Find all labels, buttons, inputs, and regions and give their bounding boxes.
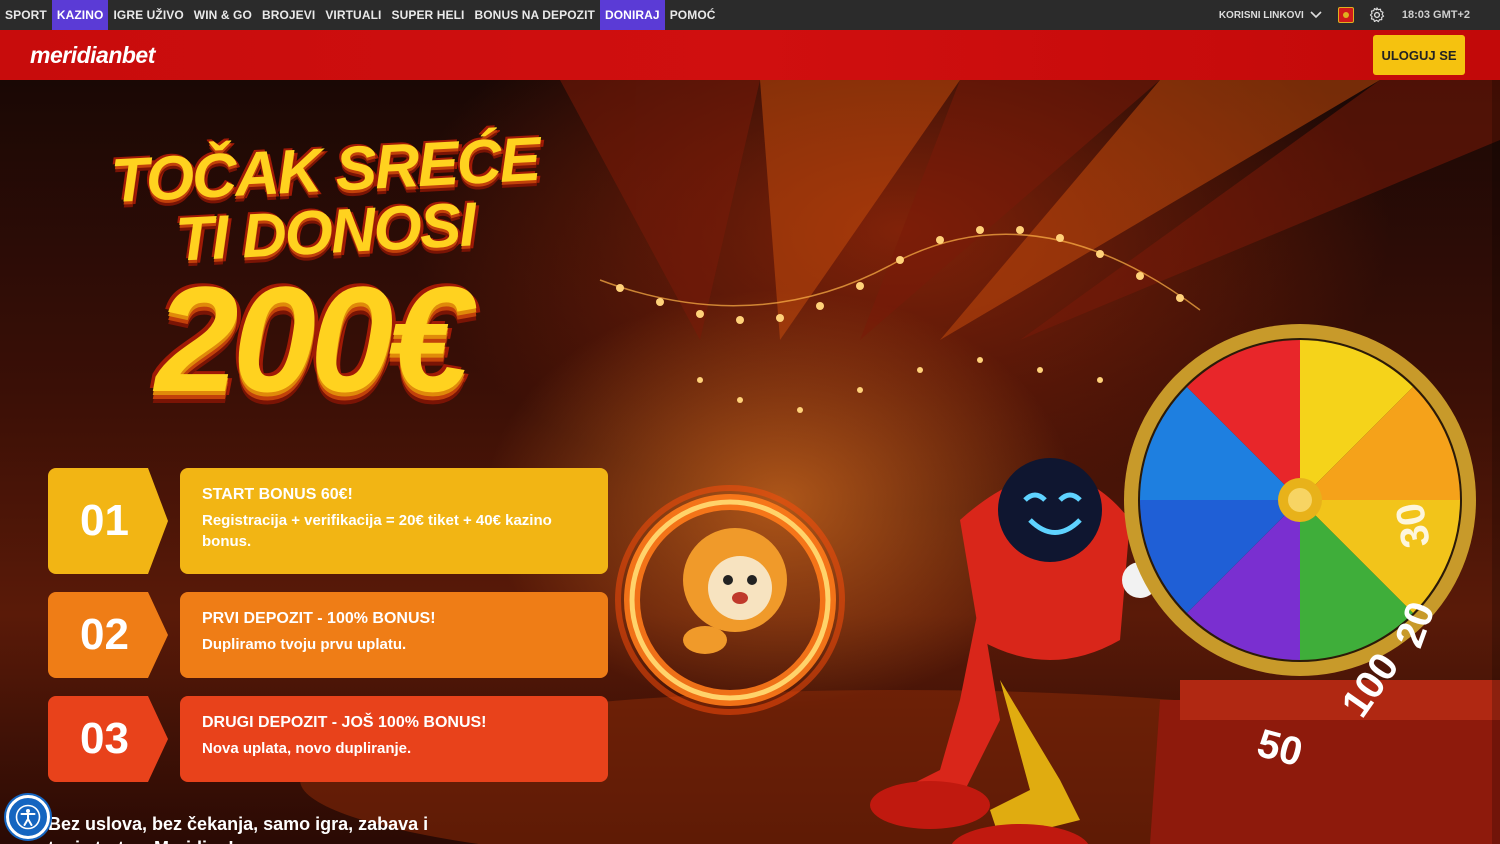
nav-item-pomoc[interactable]: POMOĆ	[665, 0, 721, 30]
site-header: meridianbet ULOGUJ SE	[0, 30, 1500, 80]
step-number: 03	[48, 696, 168, 782]
promo-title: TOČAK SREĆE TI DONOSI 200€	[95, 125, 555, 414]
nav-item-kazino[interactable]: KAZINO	[51, 0, 109, 30]
flag-icon[interactable]	[1337, 7, 1354, 23]
step-heading: PRVI DEPOZIT - 100% BONUS!	[202, 610, 436, 627]
bonus-step-2: 02 PRVI DEPOZIT - 100% BONUS! Dupliramo …	[48, 592, 608, 678]
accessibility-icon	[15, 804, 41, 830]
bonus-step-3: 03 DRUGI DEPOZIT - JOŠ 100% BONUS! Nova …	[48, 696, 608, 782]
chevron-down-icon	[1310, 11, 1322, 19]
step-heading: START BONUS 60€!	[202, 486, 353, 503]
gear-icon[interactable]	[1368, 6, 1386, 24]
accessibility-button[interactable]	[6, 795, 50, 839]
step-card: START BONUS 60€! Registracija + verifika…	[180, 468, 608, 574]
step-card: PRVI DEPOZIT - 100% BONUS! Dupliramo tvo…	[180, 592, 608, 678]
logo[interactable]: meridianbet	[30, 42, 155, 69]
nav-item-sport[interactable]: SPORT	[0, 0, 52, 30]
nav-item-brojevi[interactable]: BROJEVI	[257, 0, 320, 30]
page-scrollbar[interactable]	[1492, 80, 1500, 844]
step-heading: DRUGI DEPOZIT - JOŠ 100% BONUS!	[202, 714, 487, 731]
step-number: 01	[48, 468, 168, 574]
step-text: Nova uplata, novo dupliranje.	[202, 740, 412, 757]
nav-item-doniraj[interactable]: DONIRAJ	[599, 0, 665, 30]
bonus-step-1: 01 START BONUS 60€! Registracija + verif…	[48, 468, 608, 574]
step-number: 02	[48, 592, 168, 678]
promo-tagline: Bez uslova, bez čekanja, samo igra, zaba…	[48, 814, 429, 844]
step-text: Dupliramo tvoju prvu uplatu.	[202, 636, 407, 653]
useful-links-dropdown[interactable]: KORISNI LINKOVI	[1219, 10, 1322, 21]
promo-title-amount: 200€	[155, 255, 471, 423]
nav-item-bonus-na-depozit[interactable]: BONUS NA DEPOZIT	[469, 0, 600, 30]
hero-banner: 100 50 20 30 TOČAK SREĆE TI DONOSI 200€ …	[0, 80, 1500, 844]
clock: 18:03 GMT+2	[1401, 9, 1470, 21]
nav-item-win-go[interactable]: WIN & GO	[189, 0, 257, 30]
useful-links-label: KORISNI LINKOVI	[1218, 9, 1304, 21]
step-card: DRUGI DEPOZIT - JOŠ 100% BONUS! Nova upl…	[180, 696, 608, 782]
top-navigation: SPORT KAZINO IGRE UŽIVO WIN & GO BROJEVI…	[0, 0, 1500, 30]
top-nav-utilities: KORISNI LINKOVI 18:03 GMT+2	[1219, 0, 1500, 30]
nav-item-super-heli[interactable]: SUPER HELI	[386, 0, 469, 30]
step-text: Registracija + verifikacija = 20€ tiket …	[202, 512, 552, 550]
login-button[interactable]: ULOGUJ SE	[1373, 35, 1465, 75]
wheel-label-30: 30	[1388, 500, 1439, 551]
nav-item-igre-uzivo[interactable]: IGRE UŽIVO	[108, 0, 188, 30]
nav-item-virtuali[interactable]: VIRTUALI	[320, 0, 386, 30]
